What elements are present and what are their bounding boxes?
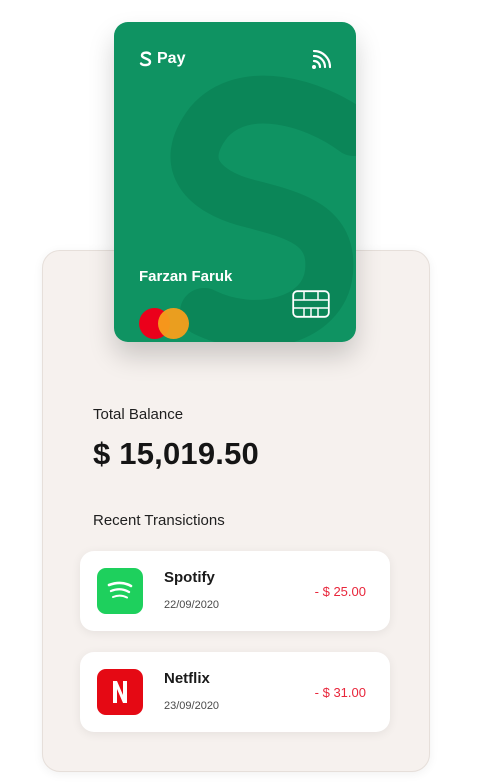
chip-icon	[292, 290, 330, 318]
transaction-date: 23/09/2020	[164, 700, 220, 712]
total-balance-label: Total Balance	[93, 406, 184, 423]
recent-transactions-title: Recent Transictions	[93, 512, 225, 529]
transaction-date: 22/09/2020	[164, 599, 220, 611]
transaction-name: Netflix	[164, 670, 210, 687]
mastercard-orange-circle	[158, 308, 189, 339]
spotify-icon	[97, 568, 143, 614]
transaction-name: Spotify	[164, 569, 215, 586]
nfc-contactless-icon	[312, 50, 331, 69]
transaction-item-netflix[interactable]: Netflix 23/09/2020 - $ 31.00	[80, 652, 390, 732]
netflix-icon	[97, 669, 143, 715]
transaction-amount: - $ 31.00	[314, 685, 366, 700]
card-holder-name: Farzan Faruk	[139, 268, 233, 285]
transaction-amount: - $ 25.00	[314, 584, 366, 599]
card-brand: Pay	[139, 50, 185, 68]
brand-s-logo-icon	[139, 51, 152, 67]
transaction-item-spotify[interactable]: Spotify 22/09/2020 - $ 25.00	[80, 551, 390, 631]
payment-card[interactable]: Pay Farzan Faruk	[114, 22, 356, 342]
total-balance-amount: $ 15,019.50	[93, 436, 259, 471]
brand-label: Pay	[157, 50, 186, 67]
mastercard-logo-icon	[139, 308, 191, 340]
